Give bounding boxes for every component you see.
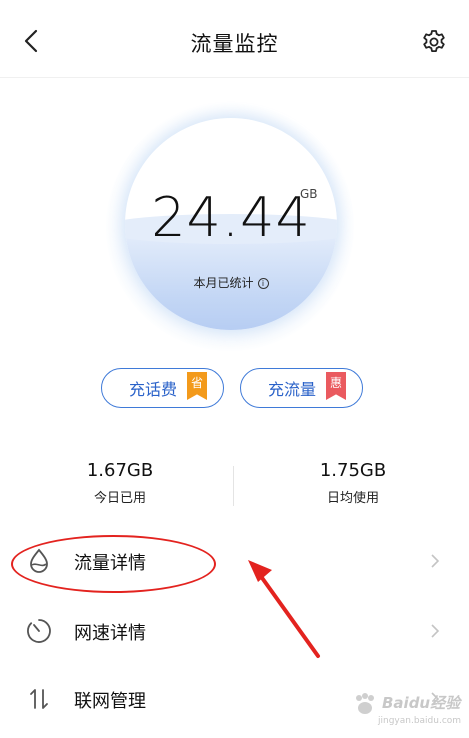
app-header: 流量监控 [0, 0, 469, 78]
daily-average-label: 日均使用 [326, 491, 379, 506]
settings-button[interactable] [418, 26, 450, 58]
recharge-data-button[interactable]: 充流量 惠 [240, 368, 363, 408]
recharge-data-label: 充流量 [268, 380, 317, 399]
menu-item-label: 网速详情 [74, 623, 146, 644]
usage-unit: GB [300, 187, 318, 201]
chevron-right-icon [431, 624, 440, 638]
menu-item-label: 联网管理 [74, 691, 146, 712]
info-icon[interactable]: i [257, 278, 269, 289]
gear-icon [423, 30, 445, 52]
watermark-url: jingyan.baidu.com [378, 716, 462, 726]
watermark-text: Baidu经验 [382, 694, 461, 712]
save-tag: 省 [187, 372, 207, 400]
daily-average-value: 1.75GB [319, 460, 387, 481]
paw-logo-icon [356, 693, 374, 714]
stats-divider [233, 466, 234, 506]
discount-tag: 惠 [326, 372, 346, 400]
today-usage: 1.67GB 今日已用 [45, 460, 195, 506]
transfer-arrows-icon [24, 684, 54, 714]
chevron-right-icon [431, 554, 440, 568]
usage-label: 本月已统计 [193, 276, 254, 290]
recharge-phone-button[interactable]: 充话费 省 [101, 368, 224, 408]
today-usage-label: 今日已用 [93, 491, 146, 506]
recharge-phone-label: 充话费 [129, 380, 178, 399]
annotation-ellipse [11, 535, 216, 593]
timer-icon [24, 616, 54, 646]
usage-label-row[interactable]: 本月已统计 i [125, 274, 337, 291]
page-title: 流量监控 [190, 32, 279, 56]
baidu-watermark: Baidu经验 jingyan.baidu.com [352, 690, 462, 732]
daily-average: 1.75GB 日均使用 [278, 460, 428, 506]
today-usage-value: 1.67GB [86, 460, 154, 481]
usage-gauge: 24.44 GB 本月已统计 i [125, 118, 337, 330]
menu-item-speed-details[interactable]: 网速详情 [0, 600, 469, 662]
